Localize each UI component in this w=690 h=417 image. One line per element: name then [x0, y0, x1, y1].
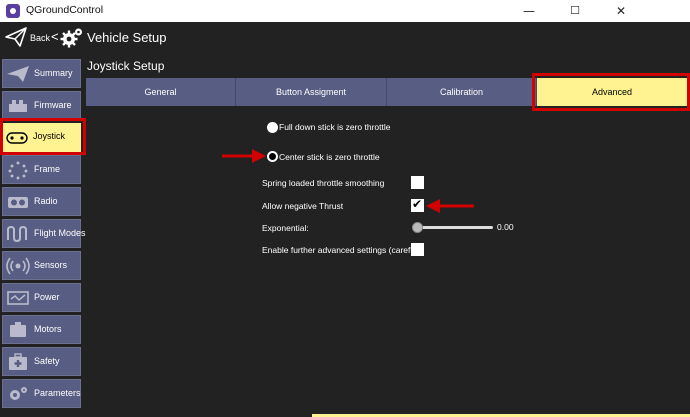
chip-icon: [9, 100, 27, 112]
center-zero-label: Center stick is zero throttle: [279, 152, 380, 162]
minimize-button[interactable]: —: [506, 0, 552, 22]
sidebar-item-label: Summary: [34, 68, 73, 78]
full-down-zero-label: Full down stick is zero throttle: [279, 122, 391, 132]
power-icon: [7, 291, 29, 305]
frame-icon: [8, 161, 28, 180]
exponential-slider-handle[interactable]: [412, 222, 423, 233]
radio-icon: [8, 197, 28, 208]
safety-icon: [9, 353, 27, 370]
window-title: QGroundControl: [26, 4, 104, 16]
window-titlebar: QGroundControl — ☐ ✕: [0, 0, 690, 23]
sidebar-item-safety[interactable]: Safety: [2, 347, 81, 376]
sidebar-item-flight-modes[interactable]: Flight Modes: [2, 219, 86, 248]
sidebar-item-firmware[interactable]: Firmware: [2, 91, 81, 120]
sidebar-item-power[interactable]: Power: [2, 283, 81, 312]
advanced-settings-checkbox[interactable]: [411, 243, 424, 256]
gears-icon: [10, 387, 27, 400]
top-toolbar: Back < Vehicle Setup: [0, 22, 690, 56]
sidebar-item-label: Joystick: [33, 131, 66, 141]
tab-general[interactable]: General: [86, 78, 236, 106]
motor-icon: [10, 322, 26, 337]
annotation-arrow-thrust: [426, 199, 474, 213]
sidebar-item-label: Frame: [34, 164, 61, 174]
tab-advanced[interactable]: Advanced: [537, 78, 687, 106]
exponential-label: Exponential:: [262, 223, 309, 233]
sidebar-item-label: Flight Modes: [34, 228, 86, 238]
sidebar-item-label: Power: [34, 292, 60, 302]
negative-thrust-checkbox[interactable]: ✔: [411, 197, 424, 212]
airplane-icon: [7, 66, 29, 82]
back-button[interactable]: Back: [30, 33, 50, 43]
sidebar-item-radio[interactable]: Radio: [2, 187, 81, 216]
radio-full-down-zero[interactable]: [267, 122, 278, 133]
spring-loaded-checkbox[interactable]: [411, 176, 424, 189]
tab-button-assignment[interactable]: Button Assigment: [236, 78, 387, 106]
sidebar-item-frame[interactable]: Frame: [2, 155, 81, 184]
exponential-slider-track[interactable]: [417, 226, 493, 229]
checkmark-icon: ✔: [412, 197, 423, 211]
sidebar: Summary Firmware Joystick Frame Radio Fl…: [0, 56, 86, 417]
sidebar-item-label: Sensors: [34, 260, 68, 270]
waveform-icon: [7, 225, 27, 243]
sidebar-item-joystick[interactable]: Joystick: [2, 123, 81, 152]
qgc-app-icon: [6, 4, 20, 18]
exponential-value: 0.00: [497, 222, 514, 232]
sidebar-item-label: Parameters: [34, 388, 81, 398]
annotation-arrow-radio: [222, 149, 266, 163]
gears-icon: [60, 28, 82, 48]
sidebar-item-sensors[interactable]: Sensors: [2, 251, 81, 280]
sidebar-item-label: Safety: [34, 356, 60, 366]
section-title: Joystick Setup: [87, 59, 165, 73]
sidebar-item-label: Motors: [34, 324, 62, 334]
advanced-settings-label: Enable further advanced settings (carefu…: [262, 245, 423, 255]
maximize-button[interactable]: ☐: [552, 0, 598, 22]
sidebar-item-parameters[interactable]: Parameters: [2, 379, 81, 408]
close-button[interactable]: ✕: [598, 0, 644, 22]
spring-loaded-label: Spring loaded throttle smoothing: [262, 178, 385, 188]
sidebar-item-motors[interactable]: Motors: [2, 315, 81, 344]
joystick-icon: [6, 132, 28, 144]
sidebar-item-summary[interactable]: Summary: [2, 59, 81, 88]
sensor-icon: [6, 257, 30, 275]
tab-calibration[interactable]: Calibration: [387, 78, 537, 106]
sidebar-item-label: Radio: [34, 196, 58, 206]
paper-plane-icon[interactable]: [4, 25, 28, 49]
breadcrumb-separator: <: [51, 29, 59, 44]
negative-thrust-label: Allow negative Thrust: [262, 201, 344, 211]
page-title: Vehicle Setup: [87, 30, 167, 45]
radio-center-zero[interactable]: [267, 151, 278, 162]
sidebar-item-label: Firmware: [34, 100, 72, 110]
